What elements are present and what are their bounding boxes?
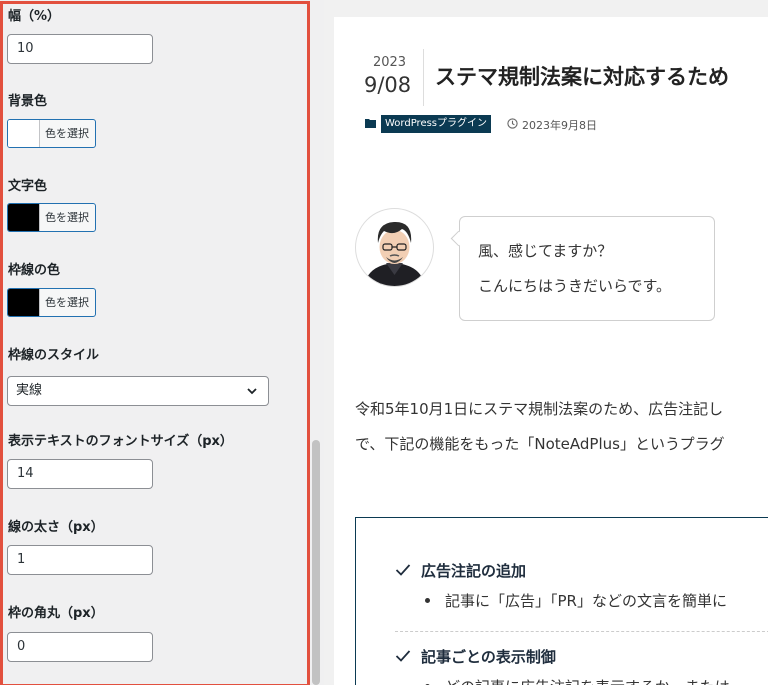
article-preview: 2023 9/08 ステマ規制法案に対応するため WordPressプラグイン …: [334, 17, 768, 685]
feature-title-2: 記事ごとの表示制御: [421, 648, 556, 666]
feature-text-2: どの記事に広告注記を表示するか、または: [445, 676, 730, 685]
border-color-label: 枠線の色: [8, 263, 61, 278]
feature-title-1: 広告注記の追加: [421, 562, 527, 580]
font-size-input[interactable]: 14: [7, 459, 153, 489]
line-width-label: 線の太さ（px）: [8, 520, 104, 535]
speech-line-2: こんにちはうきだいらです。: [478, 277, 672, 295]
background-color-button-label: 色を選択: [45, 127, 89, 140]
border-style-select[interactable]: 実線: [7, 376, 269, 406]
author-avatar: [355, 208, 434, 287]
feature-bullet-1: [425, 598, 430, 603]
border-color-swatch: [8, 289, 40, 316]
border-style-selected: 実線: [16, 383, 43, 398]
folder-icon: [365, 119, 376, 128]
text-color-label: 文字色: [8, 179, 48, 194]
text-color-swatch: [8, 204, 40, 231]
border-color-button-label: 色を選択: [45, 296, 89, 309]
width-input[interactable]: 10: [7, 34, 153, 64]
date-month-day: 9/08: [364, 73, 412, 97]
author-portrait-icon: [356, 209, 433, 286]
category-badge[interactable]: WordPressプラグイン: [381, 115, 492, 133]
checkmark-icon: [395, 564, 411, 576]
speech-bubble: [459, 216, 715, 321]
feature-divider: [395, 631, 768, 632]
chevron-down-icon: [247, 388, 257, 395]
date-divider: [423, 49, 424, 106]
clock-icon: [507, 118, 518, 129]
panel-scrollbar-thumb[interactable]: [312, 440, 320, 685]
settings-panel: 幅（%） 10 背景色 色を選択 文字色 色を選択 枠線の色 色を選択 枠線のス…: [0, 0, 310, 685]
body-line-1: 令和5年10月1日にステマ規制法案のため、広告注記し: [355, 400, 724, 418]
border-color-picker-button[interactable]: 色を選択: [7, 288, 96, 317]
post-title: ステマ規制法案に対応するため: [435, 65, 729, 89]
border-style-label: 枠線のスタイル: [8, 348, 100, 363]
background-color-label: 背景色: [8, 94, 48, 109]
line-width-input[interactable]: 1: [7, 545, 153, 575]
font-size-label: 表示テキストのフォントサイズ（px）: [8, 434, 233, 449]
published-date: 2023年9月8日: [522, 119, 597, 132]
background-color-swatch: [8, 120, 40, 147]
checkmark-icon: [395, 650, 411, 662]
border-radius-label: 枠の角丸（px）: [8, 606, 104, 621]
text-color-button-label: 色を選択: [45, 211, 89, 224]
date-year: 2023: [372, 55, 407, 70]
feature-text-1: 記事に「広告」「PR」などの文言を簡単に: [445, 592, 727, 610]
width-label: 幅（%）: [8, 9, 61, 24]
background-color-picker-button[interactable]: 色を選択: [7, 119, 96, 148]
gutter: [324, 0, 334, 685]
speech-line-1: 風、感じてますか？: [478, 242, 613, 260]
border-radius-input[interactable]: 0: [7, 632, 153, 662]
body-line-2: で、下記の機能をもった「NoteAdPlus」というプラグ: [355, 435, 725, 453]
text-color-picker-button[interactable]: 色を選択: [7, 203, 96, 232]
